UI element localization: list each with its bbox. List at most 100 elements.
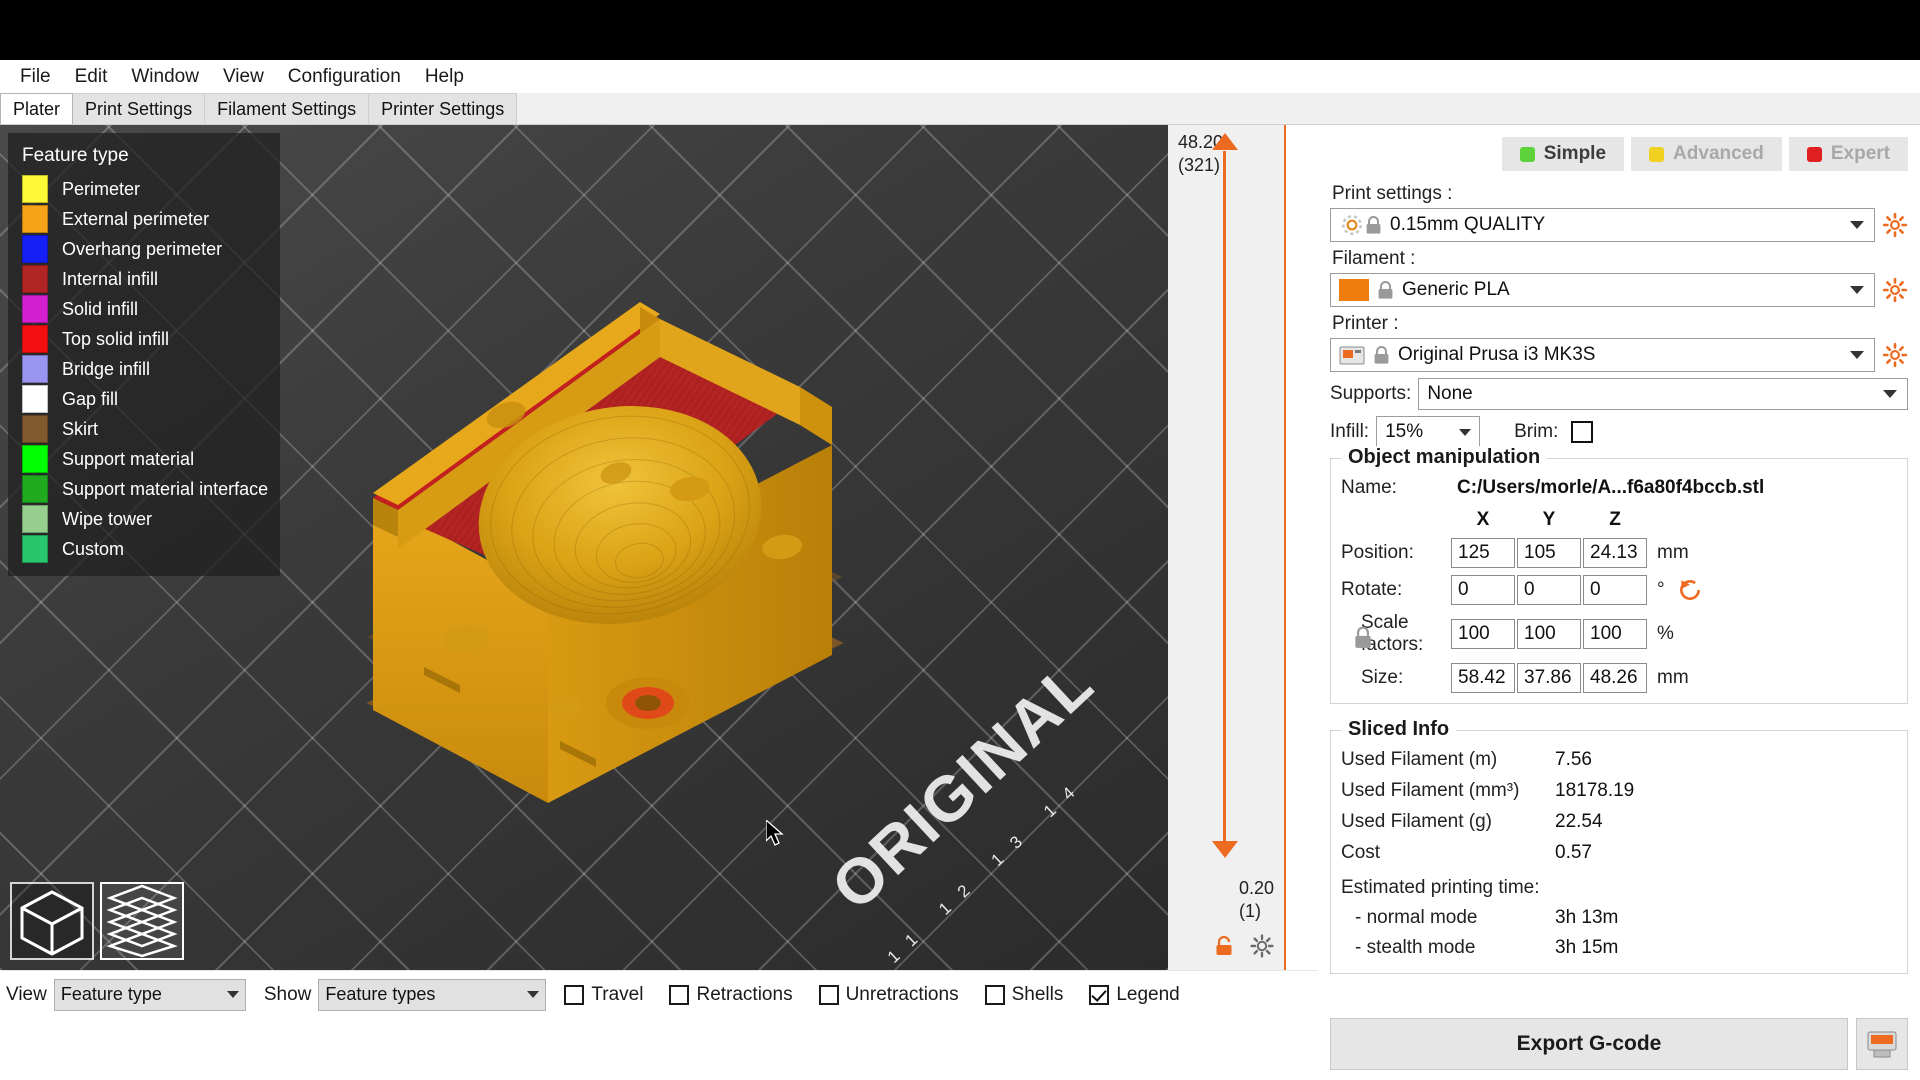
checkbox-unretractions[interactable]: Unretractions — [818, 984, 959, 1006]
reset-rotation-icon[interactable] — [1677, 577, 1703, 603]
chevron-down-icon — [1459, 428, 1472, 436]
send-to-printer-button[interactable] — [1856, 1018, 1908, 1070]
layers-view-icon[interactable] — [100, 882, 184, 960]
legend-item-internal-infill[interactable]: Internal infill — [22, 264, 270, 294]
infill-combo[interactable]: 15% — [1376, 416, 1481, 448]
mode-button-simple[interactable]: Simple — [1501, 137, 1625, 171]
print-settings-edit-gear-icon[interactable] — [1882, 212, 1908, 238]
menu-item-window[interactable]: Window — [119, 64, 211, 90]
view-select[interactable]: Feature type — [53, 978, 246, 1011]
legend-item-support-material[interactable]: Support material — [22, 444, 270, 474]
filament-edit-gear-icon[interactable] — [1882, 277, 1908, 303]
legend-item-wipe-tower[interactable]: Wipe tower — [22, 504, 270, 534]
used-filament-m-label: Used Filament (m) — [1341, 749, 1498, 770]
sliced-info-row: Used Filament (m) 7.56 — [1341, 749, 1897, 771]
supports-combo[interactable]: None — [1418, 378, 1908, 410]
menu-item-view[interactable]: View — [211, 64, 276, 90]
tab-filament-settings[interactable]: Filament Settings — [204, 93, 370, 124]
printer-icon — [1339, 345, 1365, 366]
3d-viewport[interactable]: ORIGINAL 11 12 13 14 Feature type Perime… — [0, 125, 1168, 970]
slider-settings-gear-icon[interactable] — [1250, 934, 1274, 958]
legend-item-external-perimeter[interactable]: External perimeter — [22, 204, 270, 234]
mode-button-advanced[interactable]: Advanced — [1631, 137, 1782, 171]
checkbox-shells[interactable]: Shells — [984, 984, 1063, 1006]
size-z-input[interactable]: 48.26 — [1583, 663, 1647, 693]
infill-row: Infill: 15% Brim: — [1330, 416, 1908, 448]
slider-lock-icon[interactable] — [1215, 935, 1233, 956]
tab-bar: Plater Print Settings Filament Settings … — [0, 93, 1920, 125]
color-swatch-icon — [22, 505, 48, 533]
size-row: Size: 58.42 37.86 48.26 mm — [1341, 663, 1897, 693]
object-name-row: Name: C:/Users/morle/A...f6a80f4bccb.stl — [1341, 477, 1897, 499]
position-z-input[interactable]: 24.13 — [1583, 538, 1647, 568]
legend-item-skirt[interactable]: Skirt — [22, 414, 270, 444]
legend-item-perimeter[interactable]: Perimeter — [22, 174, 270, 204]
print-settings-combo[interactable]: 0.15mm QUALITY — [1330, 208, 1875, 242]
show-select[interactable]: Feature types — [318, 978, 547, 1011]
rotate-x-input[interactable]: 0 — [1451, 575, 1515, 605]
layer-slider-bottom-height: 0.20 — [1238, 878, 1274, 898]
position-x-input[interactable]: 125 — [1451, 538, 1515, 568]
view-label: View — [6, 983, 47, 1005]
export-gcode-button[interactable]: Export G-code — [1330, 1018, 1848, 1070]
checkbox-legend[interactable]: Legend — [1089, 984, 1180, 1006]
print-settings-value: 0.15mm QUALITY — [1390, 214, 1546, 235]
tab-plater[interactable]: Plater — [0, 93, 74, 124]
printer-combo[interactable]: Original Prusa i3 MK3S — [1330, 338, 1875, 372]
legend-item-custom[interactable]: Custom — [22, 534, 270, 564]
show-label: Show — [263, 983, 312, 1005]
legend-item-bridge-infill[interactable]: Bridge infill — [22, 354, 270, 384]
brim-label: Brim: — [1514, 421, 1559, 442]
menu-item-file[interactable]: File — [8, 64, 63, 90]
position-y-input[interactable]: 105 — [1517, 538, 1581, 568]
object-manipulation-title: Object manipulation — [1341, 446, 1548, 469]
size-unit: mm — [1657, 667, 1689, 688]
checkbox-box-icon[interactable] — [669, 984, 690, 1005]
menu-item-help[interactable]: Help — [413, 64, 476, 90]
layer-slider-lower-handle[interactable] — [1212, 841, 1238, 858]
checkbox-retractions[interactable]: Retractions — [669, 984, 793, 1006]
prusaslicer-window: File Edit Window View Configuration Help… — [0, 0, 1920, 1080]
scale-y-input[interactable]: 100 — [1517, 619, 1581, 649]
layer-slider-upper-handle[interactable] — [1212, 133, 1238, 150]
legend-label: Skirt — [62, 418, 98, 439]
legend-label: Internal infill — [62, 268, 159, 289]
uniform-scale-lock-icon[interactable] — [1353, 626, 1373, 650]
checkbox-box-icon[interactable] — [564, 984, 585, 1005]
size-y-input[interactable]: 37.86 — [1517, 663, 1581, 693]
menu-item-edit[interactable]: Edit — [63, 64, 120, 90]
checkbox-box-icon[interactable] — [984, 984, 1005, 1005]
checkbox-box-icon[interactable] — [1089, 984, 1110, 1005]
rotate-z-input[interactable]: 0 — [1583, 575, 1647, 605]
brim-checkbox[interactable] — [1571, 421, 1594, 443]
legend-item-gap-fill[interactable]: Gap fill — [22, 384, 270, 414]
menu-item-configuration[interactable]: Configuration — [276, 64, 413, 90]
title-bar — [0, 0, 1920, 60]
cost-value: 0.57 — [1555, 842, 1592, 863]
filament-combo[interactable]: Generic PLA — [1330, 273, 1875, 307]
tab-print-settings[interactable]: Print Settings — [72, 93, 206, 124]
size-x-input[interactable]: 58.42 — [1451, 663, 1515, 693]
printer-edit-gear-icon[interactable] — [1882, 342, 1908, 368]
legend-item-overhang-perimeter[interactable]: Overhang perimeter — [22, 234, 270, 264]
checkbox-box-icon[interactable] — [818, 984, 839, 1005]
legend-item-solid-infill[interactable]: Solid infill — [22, 294, 270, 324]
rotate-y-input[interactable]: 0 — [1517, 575, 1581, 605]
legend-item-support-material-interface[interactable]: Support material interface — [22, 474, 270, 504]
rotate-unit: ° — [1657, 579, 1665, 600]
mode-button-expert[interactable]: Expert — [1788, 137, 1908, 171]
layer-slider[interactable]: 48.20 (321) 0.20 (1) — [1168, 125, 1286, 970]
object-name-value: C:/Users/morle/A...f6a80f4bccb.stl — [1457, 477, 1765, 498]
scale-z-input[interactable]: 100 — [1583, 619, 1647, 649]
solid-view-icon[interactable] — [10, 882, 94, 960]
layer-slider-track[interactable] — [1223, 151, 1226, 851]
scale-x-input[interactable]: 100 — [1451, 619, 1515, 649]
checkbox-travel[interactable]: Travel — [564, 984, 643, 1006]
supports-value: None — [1427, 383, 1473, 404]
legend-item-top-solid-infill[interactable]: Top solid infill — [22, 324, 270, 354]
legend-label: Solid infill — [62, 298, 139, 319]
legend-label: Custom — [62, 538, 125, 559]
tab-printer-settings[interactable]: Printer Settings — [368, 93, 518, 124]
legend-label: Bridge infill — [62, 358, 151, 379]
used-filament-m-value: 7.56 — [1555, 749, 1592, 770]
